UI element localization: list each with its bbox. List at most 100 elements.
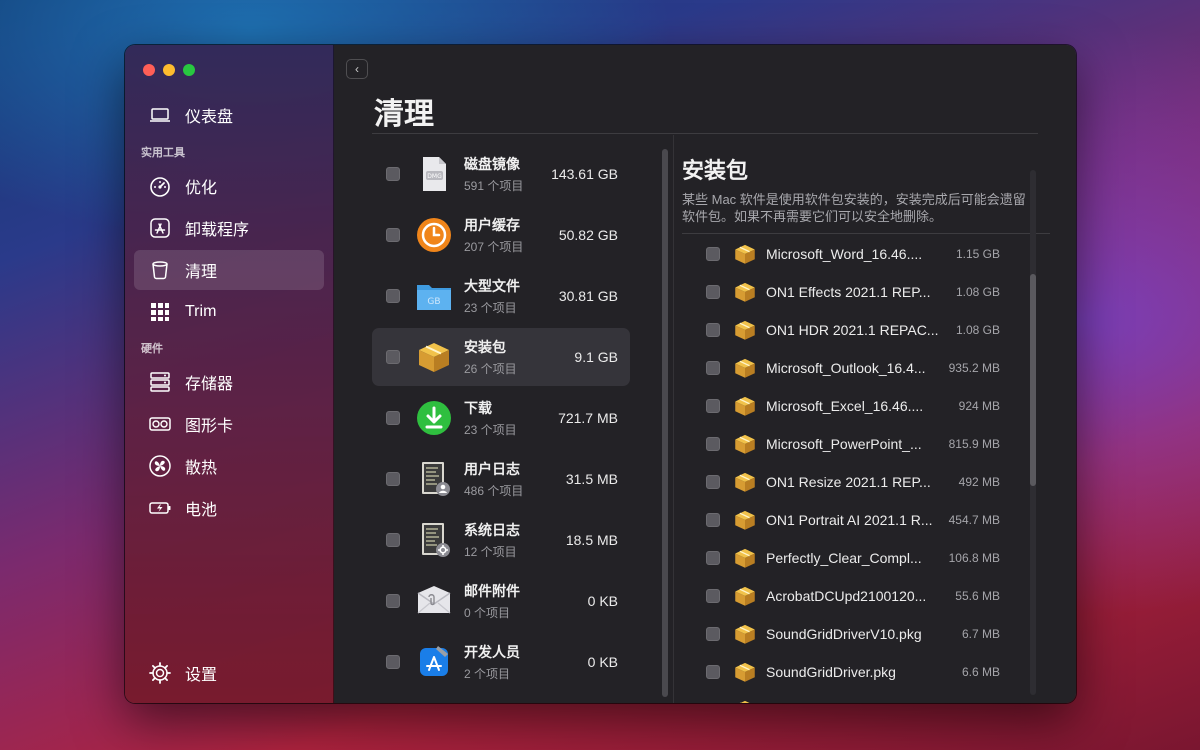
sidebar-item-label: 电池 — [185, 502, 218, 519]
trash-bin-icon — [147, 257, 173, 283]
sidebar-item-label: 散热 — [185, 460, 218, 477]
category-row-developer[interactable]: 开发人员 2 个项目 0 KB — [372, 633, 630, 691]
package-icon — [735, 624, 755, 644]
category-size: 9.1 GB — [574, 349, 618, 365]
category-size: 50.82 GB — [558, 227, 618, 243]
file-size: 1.08 GB — [955, 285, 1000, 299]
file-name: SoundGridDriver.pkg — [766, 664, 896, 680]
file-size: 6.7 MB — [961, 627, 1000, 641]
category-size: 143.61 GB — [551, 166, 618, 182]
divider — [372, 133, 1038, 134]
file-checkbox[interactable] — [706, 437, 720, 451]
category-row-packages[interactable]: 安装包 26 个项目 9.1 GB — [372, 328, 630, 386]
file-name: Microsoft_Excel_16.46.... — [766, 398, 924, 414]
file-name: Perfectly_Clear_Compl... — [766, 550, 922, 566]
category-checkbox[interactable] — [386, 655, 400, 669]
file-row[interactable]: AcrobatDCUpd2100120... 55.6 MB — [682, 577, 1027, 615]
file-row[interactable]: SoundGridDriver.pkg 6.6 MB — [682, 653, 1027, 691]
file-size: 55.6 MB — [955, 589, 1000, 603]
file-checkbox[interactable] — [706, 399, 720, 413]
category-name: 用户日志 — [464, 461, 520, 477]
page-title: 清理 — [374, 98, 434, 131]
category-name: 系统日志 — [464, 522, 520, 538]
file-row[interactable]: Microsoft_Word_16.46.... 1.15 GB — [682, 235, 1027, 273]
category-row-disk-images[interactable]: DMG 磁盘镜像 591 个项目 143.61 GB — [372, 145, 630, 203]
sidebar-item-label: 存储器 — [185, 376, 234, 393]
file-row[interactable]: ON1 Effects 2021.1 REP... 1.08 GB — [682, 273, 1027, 311]
file-checkbox[interactable] — [706, 513, 720, 527]
fan-icon — [147, 453, 173, 479]
file-checkbox[interactable] — [706, 475, 720, 489]
category-checkbox[interactable] — [386, 350, 400, 364]
sidebar-item-cooling[interactable]: 散热 — [134, 446, 324, 486]
category-row-mail-attachments[interactable]: 邮件附件 0 个项目 0 KB — [372, 572, 630, 630]
sidebar-item-battery[interactable]: 电池 — [134, 488, 324, 528]
package-icon — [735, 472, 755, 492]
detail-title: 安装包 — [682, 158, 749, 183]
file-checkbox[interactable] — [706, 247, 720, 261]
file-checkbox[interactable] — [706, 665, 720, 679]
category-checkbox[interactable] — [386, 289, 400, 303]
section-label-hardware: 硬件 — [141, 343, 163, 355]
file-row[interactable]: ON1 Portrait AI 2021.1 R... 454.7 MB — [682, 501, 1027, 539]
sidebar-item-optimize[interactable]: 优化 — [134, 166, 324, 206]
file-row[interactable]: NSCC_clamav_installer... 6.2 MB — [682, 691, 1027, 703]
file-row[interactable]: Microsoft_Excel_16.46.... 924 MB — [682, 387, 1027, 425]
sidebar-item-dashboard[interactable]: 仪表盘 — [134, 95, 324, 135]
section-label-tools: 实用工具 — [141, 147, 185, 159]
category-size: 721.7 MB — [558, 410, 618, 426]
file-row[interactable]: ON1 HDR 2021.1 REPAC... 1.08 GB — [682, 311, 1027, 349]
category-checkbox[interactable] — [386, 411, 400, 425]
chevron-left-icon: ‹ — [355, 62, 359, 76]
file-checkbox[interactable] — [706, 551, 720, 565]
file-checkbox[interactable] — [706, 627, 720, 641]
sidebar-item-cleanup[interactable]: 清理 — [134, 250, 324, 290]
category-row-downloads[interactable]: 下载 23 个项目 721.7 MB — [372, 389, 630, 447]
package-icon — [739, 700, 750, 703]
minimize-window-button[interactable] — [163, 64, 175, 76]
sidebar-item-storage[interactable]: 存储器 — [134, 362, 324, 402]
category-row-system-logs[interactable]: 系统日志 12 个项目 18.5 MB — [372, 511, 630, 569]
speedometer-icon — [147, 173, 173, 199]
storage-icon — [147, 369, 173, 395]
file-list-scrollbar[interactable] — [1030, 170, 1036, 695]
file-checkbox[interactable] — [706, 589, 720, 603]
category-checkbox[interactable] — [386, 472, 400, 486]
category-checkbox[interactable] — [386, 533, 400, 547]
category-row-user-cache[interactable]: 用户缓存 207 个项目 50.82 GB — [372, 206, 630, 264]
file-row[interactable]: SoundGridDriverV10.pkg 6.7 MB — [682, 615, 1027, 653]
zoom-window-button[interactable] — [183, 64, 195, 76]
sidebar-item-trim[interactable]: Trim — [134, 292, 324, 332]
file-checkbox[interactable] — [706, 285, 720, 299]
file-row[interactable]: ON1 Resize 2021.1 REP... 492 MB — [682, 463, 1027, 501]
file-row[interactable]: Microsoft_PowerPoint_... 815.9 MB — [682, 425, 1027, 463]
category-name: 邮件附件 — [464, 583, 520, 599]
file-row[interactable]: Microsoft_Outlook_16.4... 935.2 MB — [682, 349, 1027, 387]
sidebar-item-settings[interactable]: 设置 — [134, 653, 324, 693]
sidebar: 仪表盘 实用工具 优化 卸载程序 清理 Trim 硬件 存储器 图形卡 散热 电… — [125, 45, 334, 703]
gear-icon — [147, 660, 173, 686]
sidebar-item-label: Trim — [185, 303, 217, 320]
file-checkbox[interactable] — [706, 323, 720, 337]
file-checkbox[interactable] — [706, 361, 720, 375]
category-checkbox[interactable] — [386, 594, 400, 608]
package-icon — [735, 662, 755, 682]
category-row-large-files[interactable]: GB 大型文件 23 个项目 30.81 GB — [372, 267, 630, 325]
file-name: ON1 Effects 2021.1 REP... — [766, 284, 931, 300]
close-window-button[interactable] — [143, 64, 155, 76]
scrollbar-thumb[interactable] — [1030, 274, 1036, 486]
file-row[interactable]: Perfectly_Clear_Compl... 106.8 MB — [682, 539, 1027, 577]
file-size: 935.2 MB — [948, 361, 1000, 375]
system-log-icon — [414, 520, 454, 560]
file-name: AcrobatDCUpd2100120... — [766, 588, 927, 604]
sidebar-item-uninstaller[interactable]: 卸载程序 — [134, 208, 324, 248]
sidebar-item-graphics[interactable]: 图形卡 — [134, 404, 324, 444]
category-checkbox[interactable] — [386, 228, 400, 242]
file-size: 454.7 MB — [948, 513, 1000, 527]
back-button[interactable]: ‹ — [346, 59, 368, 79]
category-row-user-logs[interactable]: 用户日志 486 个项目 31.5 MB — [372, 450, 630, 508]
category-list-scrollbar[interactable] — [662, 149, 668, 697]
battery-icon — [147, 495, 173, 521]
category-checkbox[interactable] — [386, 167, 400, 181]
category-name: 下载 — [464, 400, 492, 416]
